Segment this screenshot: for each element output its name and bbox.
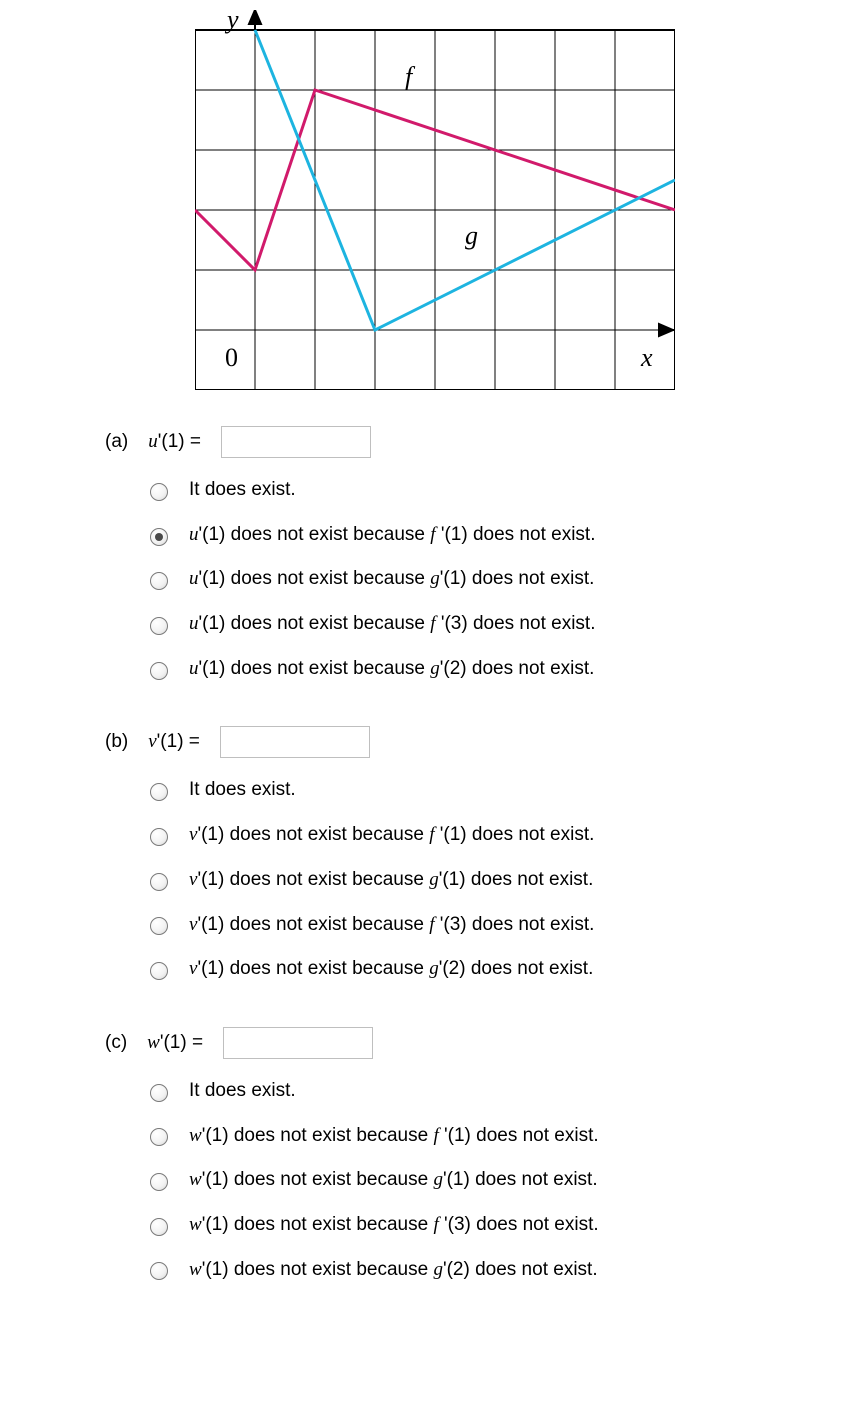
prompt-a: u'(1) = — [148, 431, 201, 453]
option-a-4: u'(1) does not exist because g'(2) does … — [189, 657, 594, 682]
radio-b-3[interactable] — [150, 917, 168, 935]
radio-a-0[interactable] — [150, 483, 168, 501]
prompt-c: w'(1) = — [147, 1032, 203, 1054]
origin-label: 0 — [225, 343, 238, 372]
option-c-2: w'(1) does not exist because g'(1) does … — [189, 1168, 598, 1193]
radio-a-4[interactable] — [150, 662, 168, 680]
radio-b-2[interactable] — [150, 873, 168, 891]
radio-a-1[interactable] — [150, 528, 168, 546]
axis-label-y: y — [224, 10, 239, 34]
radio-b-0[interactable] — [150, 783, 168, 801]
option-c-0: It does exist. — [189, 1079, 296, 1104]
option-a-2: u'(1) does not exist because g'(1) does … — [189, 567, 594, 592]
series-label-f: f — [405, 62, 416, 91]
answer-input-a[interactable] — [221, 426, 371, 458]
option-a-0: It does exist. — [189, 478, 296, 503]
option-a-1: u'(1) does not exist because f '(1) does… — [189, 523, 595, 548]
prompt-b: v'(1) = — [148, 731, 200, 753]
radio-a-3[interactable] — [150, 617, 168, 635]
chart-svg: y f g 0 x — [195, 10, 675, 390]
option-b-0: It does exist. — [189, 778, 296, 803]
option-b-1: v'(1) does not exist because f '(1) does… — [189, 823, 594, 848]
question-a: (a) u'(1) = It does exist. u'(1) does no… — [105, 426, 840, 681]
chart: y f g 0 x — [195, 10, 840, 396]
radio-c-0[interactable] — [150, 1084, 168, 1102]
part-label-b: (b) — [105, 731, 128, 753]
option-a-3: u'(1) does not exist because f '(3) does… — [189, 612, 595, 637]
option-c-4: w'(1) does not exist because g'(2) does … — [189, 1258, 598, 1283]
option-b-3: v'(1) does not exist because f '(3) does… — [189, 913, 594, 938]
option-c-1: w'(1) does not exist because f '(1) does… — [189, 1124, 599, 1149]
part-label-a: (a) — [105, 431, 128, 453]
question-b: (b) v'(1) = It does exist. v'(1) does no… — [105, 726, 840, 981]
axis-label-x: x — [640, 343, 653, 372]
question-c: (c) w'(1) = It does exist. w'(1) does no… — [105, 1027, 840, 1282]
radio-b-4[interactable] — [150, 962, 168, 980]
radio-b-1[interactable] — [150, 828, 168, 846]
part-label-c: (c) — [105, 1032, 127, 1054]
radio-c-4[interactable] — [150, 1262, 168, 1280]
radio-c-1[interactable] — [150, 1128, 168, 1146]
radio-a-2[interactable] — [150, 572, 168, 590]
radio-c-3[interactable] — [150, 1218, 168, 1236]
option-b-4: v'(1) does not exist because g'(2) does … — [189, 957, 593, 982]
series-label-g: g — [465, 221, 478, 250]
answer-input-c[interactable] — [223, 1027, 373, 1059]
series-g — [255, 30, 675, 330]
answer-input-b[interactable] — [220, 726, 370, 758]
option-b-2: v'(1) does not exist because g'(1) does … — [189, 868, 593, 893]
radio-c-2[interactable] — [150, 1173, 168, 1191]
option-c-3: w'(1) does not exist because f '(3) does… — [189, 1213, 599, 1238]
